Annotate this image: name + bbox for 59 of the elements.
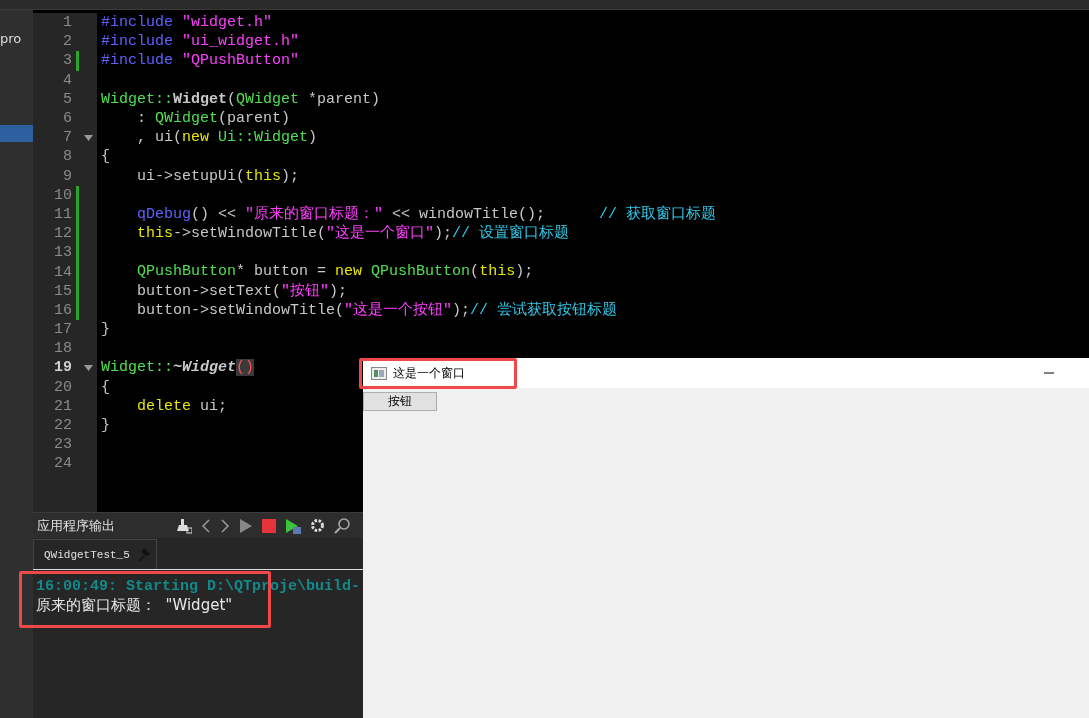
code-line: : QWidget(parent) (136, 108, 291, 129)
code-line: ui->setupUi(this); (136, 166, 300, 186)
search-icon[interactable] (334, 517, 351, 534)
fold-arrow-icon[interactable] (83, 364, 93, 371)
line-number: 2 (62, 33, 72, 51)
line-number: 5 (62, 90, 72, 108)
code-line: , ui(new Ui::Widget) (136, 128, 318, 148)
window-icon (371, 366, 387, 380)
broom-icon[interactable] (174, 517, 192, 534)
chevron-left-icon[interactable] (201, 517, 211, 534)
code-line: delete ui; (136, 396, 228, 416)
line-number: 8 (62, 148, 72, 166)
code-line: qDebug() << "原来的窗口标题：" << windowTitle(); // 获取窗口标题 (136, 204, 717, 224)
line-number: 17 (53, 321, 72, 339)
line-number: 22 (53, 417, 72, 435)
line-number: 20 (53, 378, 72, 396)
panel-title: 应用程序输出 (37, 516, 116, 535)
sidebar-item[interactable]: pro (0, 30, 33, 47)
code-line: #include "widget.h" (100, 13, 273, 33)
line-number: 21 (53, 397, 72, 415)
line-number: 24 (53, 455, 72, 473)
code-line: #include "QPushButton" (100, 51, 300, 71)
stop-icon[interactable] (262, 518, 276, 533)
play-icon[interactable] (239, 517, 253, 534)
code-line: Widget::~Widget() (100, 358, 255, 378)
code-line: Widget::Widget(QWidget *parent) (100, 89, 381, 109)
line-number: 11 (53, 205, 72, 223)
line-number: 23 (53, 436, 72, 454)
code-line: { (100, 377, 110, 397)
line-number: 7 (62, 129, 72, 147)
line-number: 18 (53, 340, 72, 358)
code-line: QPushButton* button = new QPushButton(this); (136, 262, 534, 282)
code-line: } (100, 320, 110, 340)
code-line: button->setText("按钮"); (136, 281, 348, 301)
line-number: 9 (62, 167, 72, 185)
line-number: 19 (53, 359, 72, 377)
chevron-right-icon[interactable] (220, 517, 230, 534)
line-number: 1 (62, 14, 72, 32)
fold-arrow-icon[interactable] (83, 134, 93, 141)
line-number: 10 (53, 186, 72, 204)
line-number: 13 (53, 244, 72, 262)
settings-icon[interactable] (310, 518, 325, 533)
code-line: { (100, 147, 110, 167)
output-tab[interactable]: QWidgetTest_5 (33, 539, 157, 569)
line-number: 15 (53, 282, 72, 300)
line-number: 16 (53, 301, 72, 319)
push-button[interactable]: 按钮 (363, 392, 437, 411)
line-number: 4 (62, 71, 72, 89)
line-number: 12 (53, 225, 72, 243)
debug-run-icon[interactable] (285, 517, 301, 534)
output-line: 原来的窗口标题： "Widget" (35, 596, 234, 615)
code-line: } (100, 415, 110, 436)
code-line: this->setWindowTitle("这是一个窗口");// 设置窗口标题 (136, 224, 570, 244)
code-line: #include "ui_widget.h" (100, 32, 300, 52)
window-title: 这是一个窗口 (393, 365, 465, 382)
line-number: 3 (62, 52, 72, 70)
code-line: button->setWindowTitle("这是一个按钮");// 尝试获取按钮标题 (136, 300, 618, 320)
line-number: 6 (62, 110, 72, 128)
line-number: 14 (53, 263, 72, 281)
